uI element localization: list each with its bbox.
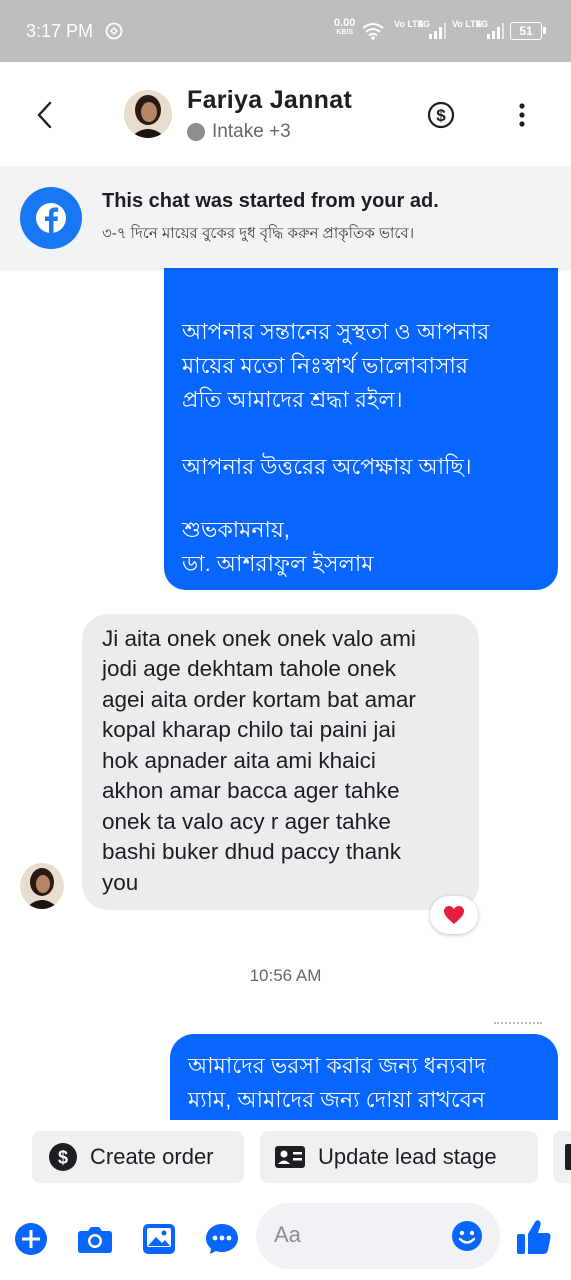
contact-card-icon [275, 1146, 305, 1168]
status-time: 3:17 PM [26, 21, 94, 41]
emoji-icon[interactable] [451, 1220, 483, 1252]
message-line: kopal kharap chilo tai paini jai [102, 717, 396, 742]
camera-icon[interactable] [77, 1224, 113, 1254]
ad-origin-banner[interactable] [0, 166, 571, 268]
message-line: akhon amar bacca ager tahke [102, 778, 400, 803]
svg-text:$: $ [436, 106, 446, 125]
svg-text:$: $ [58, 1148, 68, 1168]
dollar-icon[interactable]: $ [427, 101, 455, 129]
create-order-label: Create order [90, 1144, 214, 1169]
message-line: you [102, 870, 139, 895]
quick-replies-icon[interactable] [205, 1222, 239, 1256]
back-arrow-icon[interactable] [34, 100, 56, 130]
wifi-icon [362, 23, 384, 40]
update-lead-stage-label: Update lead stage [318, 1144, 497, 1169]
sim2-signal-icon [487, 23, 504, 39]
sender-avatar[interactable] [20, 863, 64, 909]
message-timestamp: 10:56 AM [249, 966, 322, 985]
dollar-icon: $ [49, 1143, 77, 1171]
gallery-icon[interactable] [142, 1223, 176, 1255]
battery-indicator: 51 [510, 22, 542, 40]
avatar-photo [124, 90, 172, 138]
plus-icon[interactable] [14, 1222, 48, 1256]
contact-avatar[interactable] [124, 90, 172, 138]
more-vert-icon[interactable] [516, 102, 528, 128]
ad-banner-text: ৩-৭ দিনে মায়ের বুকের দুধ বৃদ্ধি করুন প্… [102, 225, 415, 242]
message-line: ডা. আশরাফুল ইসলাম [182, 551, 374, 576]
thumbs-up-icon[interactable] [516, 1218, 552, 1256]
message-line: আপনার উত্তরের অপেক্ষায় আছি। [182, 454, 472, 479]
message-line: শুভকামনায়, [182, 517, 290, 542]
sync-status-icon [105, 22, 123, 40]
heart-icon [444, 906, 464, 924]
ad-banner-title: This chat was started from your ad. [102, 190, 439, 212]
seen-indicator [494, 1022, 542, 1026]
message-line: আপনার সন্তানের সুস্থতা ও আপনার [182, 319, 490, 344]
contact-name[interactable]: Fariya Jannat [187, 86, 352, 115]
heart-reaction[interactable] [430, 896, 478, 934]
sim1-signal-icon [429, 23, 446, 39]
chip-icon-partial [565, 1144, 571, 1170]
avatar-photo [20, 863, 64, 909]
message-input-placeholder: Aa [274, 1222, 301, 1247]
facebook-icon [20, 187, 82, 249]
message-line: onek ta valo acy r ager tahke [102, 809, 391, 834]
presence-status-dot [187, 123, 205, 141]
message-line: মায়ের মতো নিঃস্বার্থ ভালোবাসার [182, 353, 468, 378]
message-line: প্রতি আমাদের শ্রদ্ধা রইল। [182, 387, 403, 412]
more-actions-chip[interactable] [553, 1131, 571, 1183]
create-order-button[interactable]: $ Create order [32, 1131, 244, 1183]
message-line: ম্যাম, আমাদের জন্য দোয়া রাখবেন [188, 1087, 486, 1112]
message-line: আমাদের ভরসা করার জন্য ধন্যবাদ [188, 1053, 486, 1078]
battery-tip [543, 27, 546, 34]
message-line: Ji aita onek onek onek valo ami [102, 626, 416, 651]
message-line: hok apnader aita ami khaici [102, 748, 376, 773]
message-line: bashi buker dhud paccy thank [102, 839, 401, 864]
message-line: agei aita order kortam bat amar [102, 687, 416, 712]
update-lead-stage-button[interactable]: Update lead stage [260, 1131, 538, 1183]
message-line: jodi age dekhtam tahole onek [102, 656, 396, 681]
net-speed: 0.00 KB/S [334, 17, 356, 37]
contact-tags[interactable]: Intake +3 [212, 121, 291, 143]
